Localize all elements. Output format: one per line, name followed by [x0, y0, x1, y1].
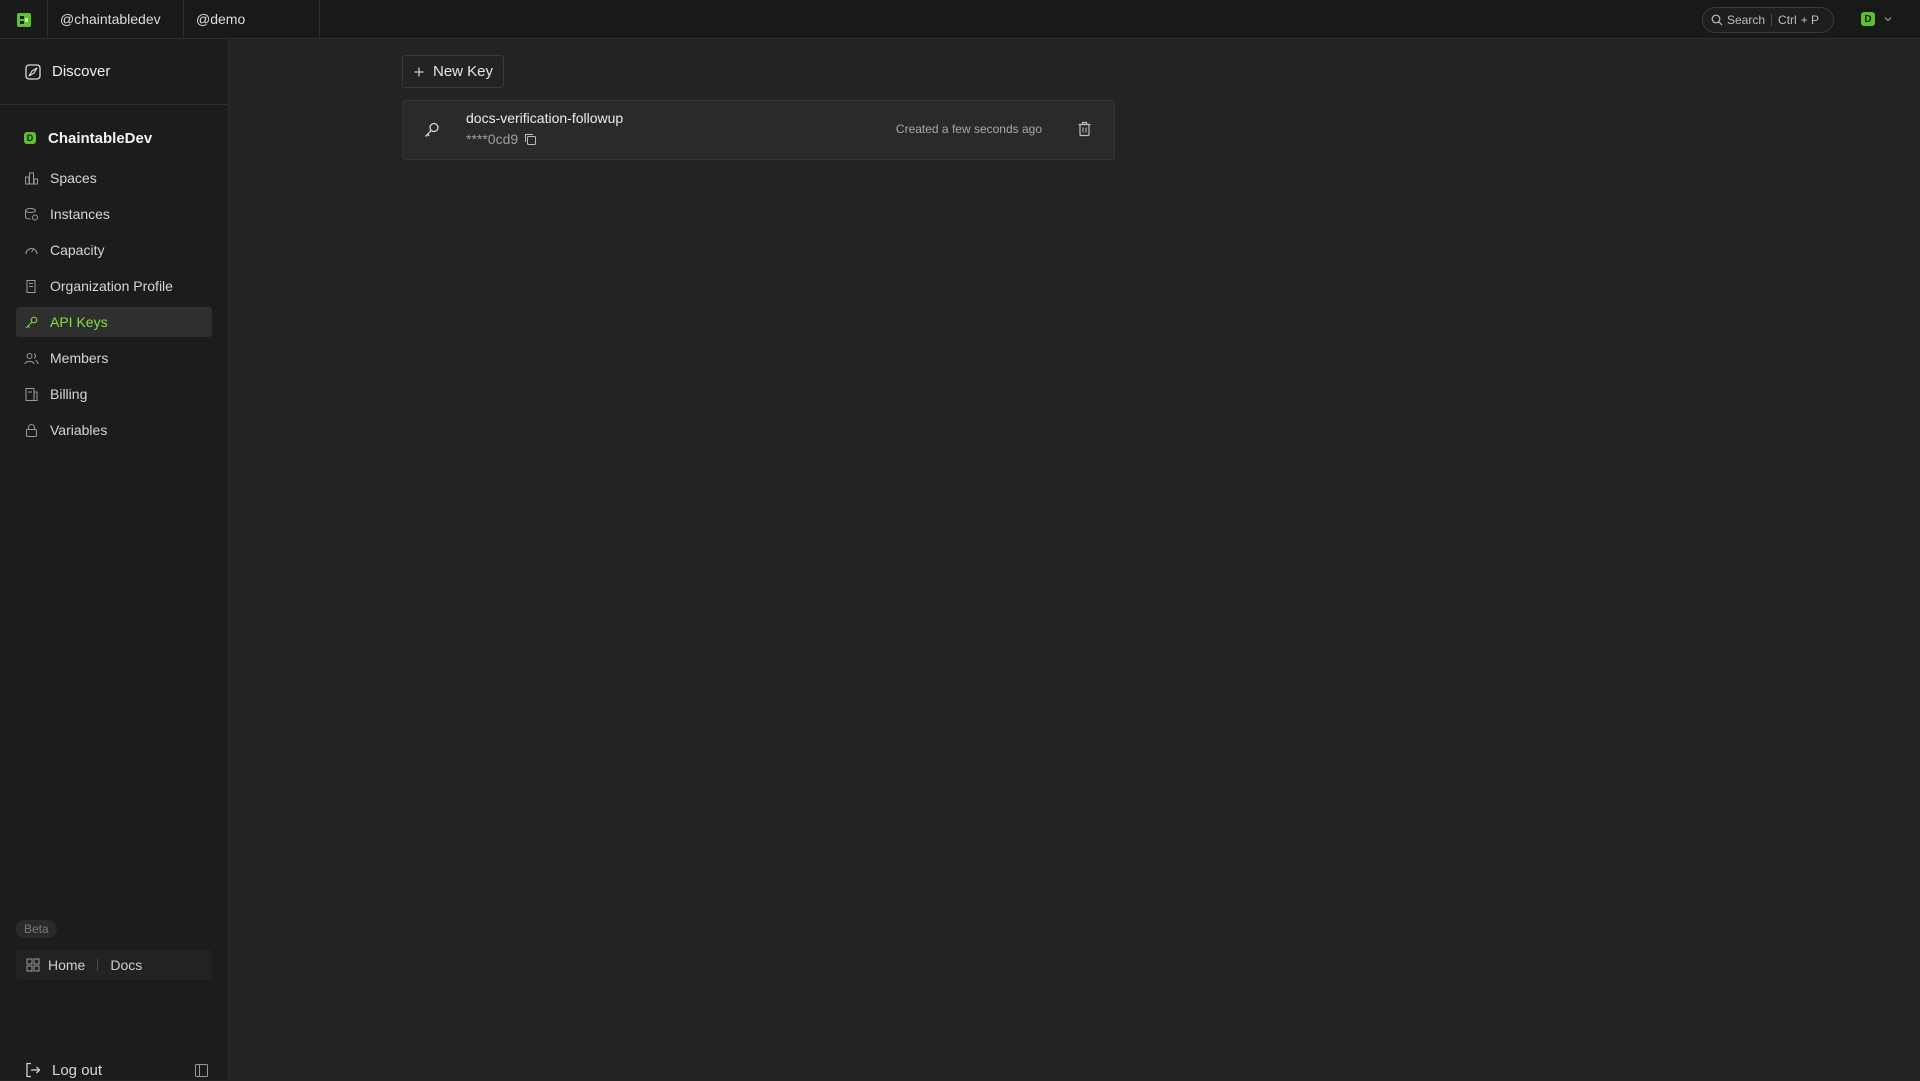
sidebar-item-label: Spaces: [50, 170, 97, 186]
sidebar-item-api-keys[interactable]: API Keys: [16, 307, 212, 337]
beta-badge: Beta: [16, 920, 57, 938]
search-button[interactable]: Search Ctrl + P: [1702, 7, 1834, 33]
collapse-sidebar-button[interactable]: [194, 1063, 209, 1081]
api-key-name: docs-verification-followup: [466, 110, 624, 126]
sidebar: Discover D ChaintableDev Spaces Instance…: [0, 39, 229, 1080]
logout-label: Log out: [52, 1061, 103, 1079]
tab-label: @chaintabledev: [60, 11, 161, 27]
discover-link[interactable]: Discover: [0, 39, 228, 105]
organization-icon: [26, 279, 36, 293]
api-key-masked: ****0cd9: [466, 131, 537, 147]
lock-icon: [26, 423, 37, 437]
logout-icon: [26, 1062, 41, 1078]
spaces-icon: [25, 172, 38, 184]
key-icon: [25, 316, 38, 328]
chevron-down-icon: [1884, 17, 1892, 22]
discover-label: Discover: [52, 63, 111, 80]
copy-icon[interactable]: [524, 133, 537, 146]
app-logo[interactable]: [0, 0, 48, 39]
org-avatar: D: [24, 132, 36, 144]
sidebar-item-label: Variables: [50, 422, 108, 438]
tab-label: @demo: [196, 11, 246, 27]
sidebar-nav: Spaces Instances Capacity Organization P…: [0, 163, 228, 445]
org-header[interactable]: D ChaintableDev: [0, 125, 228, 151]
tab-demo[interactable]: @demo: [184, 0, 320, 38]
new-key-label: New Key: [433, 63, 494, 80]
search-shortcut-mod: Ctrl: [1778, 13, 1797, 27]
sidebar-item-label: Members: [50, 350, 109, 366]
members-icon: [24, 352, 39, 364]
billing-icon: [25, 387, 38, 401]
search-label: Search: [1727, 13, 1766, 27]
top-bar: @chaintabledev @demo Search Ctrl + P D: [0, 0, 1920, 39]
user-menu[interactable]: D: [1834, 0, 1920, 38]
avatar-letter: D: [1864, 13, 1872, 25]
grid-icon: [26, 958, 40, 972]
home-docs-bar: Home Docs: [16, 950, 212, 980]
sidebar-item-organization-profile[interactable]: Organization Profile: [16, 271, 212, 301]
delete-key-button[interactable]: [1077, 121, 1092, 140]
api-key-masked-value: ****0cd9: [466, 131, 519, 147]
compass-icon: [25, 63, 41, 80]
api-key-row: docs-verification-followup ****0cd9 Crea…: [402, 100, 1115, 160]
tab-chaintabledev[interactable]: @chaintabledev: [48, 0, 184, 38]
plus-icon: [414, 67, 424, 76]
sidebar-item-label: Organization Profile: [50, 278, 173, 294]
sidebar-item-spaces[interactable]: Spaces: [16, 163, 212, 193]
capacity-icon: [25, 247, 38, 254]
instances-icon: [25, 207, 38, 220]
sidebar-item-label: Instances: [50, 206, 110, 222]
logout-button[interactable]: Log out: [24, 1059, 102, 1081]
search-icon: [1711, 14, 1723, 26]
org-name: ChaintableDev: [48, 129, 153, 147]
home-link[interactable]: Home: [48, 957, 85, 973]
docs-link[interactable]: Docs: [110, 957, 142, 973]
main-content: New Key docs-verification-followup ****0…: [229, 39, 1920, 1080]
avatar: D: [1861, 12, 1875, 26]
trash-icon: [1078, 121, 1091, 137]
search-shortcut-key: + P: [1800, 13, 1820, 27]
sidebar-item-billing[interactable]: Billing: [16, 379, 212, 409]
sidebar-item-label: API Keys: [50, 314, 108, 330]
new-key-button[interactable]: New Key: [402, 55, 505, 88]
sidebar-item-capacity[interactable]: Capacity: [16, 235, 212, 265]
sidebar-item-label: Billing: [50, 386, 88, 402]
sidebar-toggle-icon: [195, 1064, 208, 1077]
sidebar-item-label: Capacity: [50, 242, 105, 258]
sidebar-item-instances[interactable]: Instances: [16, 199, 212, 229]
key-icon: [425, 122, 439, 137]
api-key-created: Created a few seconds ago: [895, 122, 1042, 136]
sidebar-item-members[interactable]: Members: [16, 343, 212, 373]
chaintable-logo-icon: [16, 12, 31, 27]
sidebar-item-variables[interactable]: Variables: [16, 415, 212, 445]
